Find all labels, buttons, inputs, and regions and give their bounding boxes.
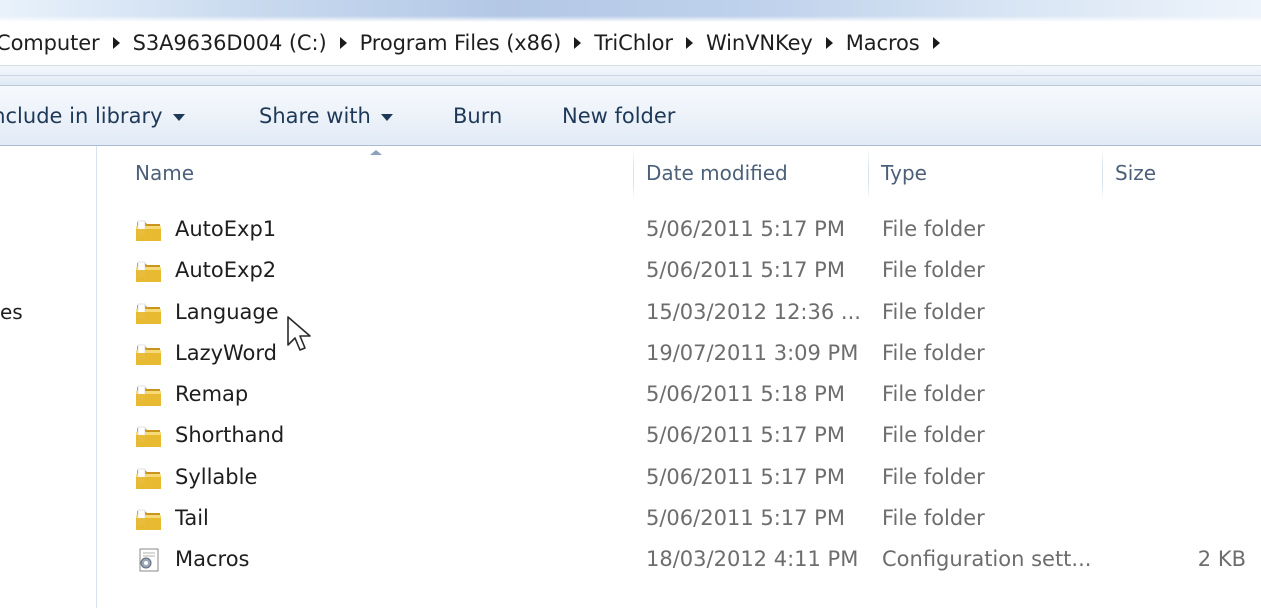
column-header-size-label: Size: [1115, 161, 1157, 185]
file-row[interactable]: AutoExp1 5/06/2011 5:17 PM File folder: [97, 209, 1261, 250]
folder-icon: [135, 424, 163, 448]
file-date-modified: 5/06/2011 5:18 PM: [646, 382, 845, 406]
breadcrumb-drive-c[interactable]: S3A9636D004 (C:): [129, 31, 331, 55]
column-header-type-label: Type: [881, 161, 927, 185]
file-type: File folder: [882, 382, 985, 406]
chevron-right-icon[interactable]: [112, 37, 120, 49]
file-list[interactable]: Name Date modified Type Size AutoExp1 5/0…: [97, 146, 1261, 608]
file-type: File folder: [882, 340, 985, 365]
sort-ascending-icon: [370, 150, 382, 155]
folder-icon: [135, 259, 163, 283]
file-row[interactable]: Shorthand 5/06/2011 5:17 PM File folder: [97, 415, 1261, 456]
file-date-modified: 5/06/2011 5:17 PM: [646, 217, 845, 241]
nav-item-label: es: [0, 300, 23, 324]
file-name: Language: [175, 299, 279, 324]
file-type: File folder: [882, 217, 985, 241]
file-row[interactable]: AutoExp2 5/06/2011 5:17 PM File folder: [97, 250, 1261, 291]
breadcrumb-winvnkey[interactable]: WinVNKey: [702, 31, 817, 55]
file-name: AutoExp2: [175, 258, 277, 283]
breadcrumb-trichlor[interactable]: TriChlor: [590, 31, 677, 55]
config-settings-icon: [135, 548, 163, 572]
file-row[interactable]: Tail 5/06/2011 5:17 PM File folder: [97, 498, 1261, 539]
file-name: LazyWord: [175, 340, 277, 365]
new-folder-label: New folder: [562, 104, 676, 128]
include-in-library-button[interactable]: Include in library: [0, 102, 185, 130]
command-bar: Include in library Share with Burn New f…: [0, 86, 1261, 146]
file-name: Macros: [175, 547, 250, 571]
address-bar-separator: [0, 66, 1261, 86]
burn-label: Burn: [453, 104, 503, 128]
folder-icon: [135, 301, 163, 325]
navigation-pane[interactable]: es: [0, 146, 97, 608]
file-name: Syllable: [175, 464, 258, 489]
file-date-modified: 18/03/2012 4:11 PM: [646, 547, 859, 571]
nav-item-partial[interactable]: es: [0, 300, 23, 324]
folder-icon: [135, 466, 163, 490]
file-type: Configuration sett...: [882, 547, 1092, 571]
file-date-modified: 5/06/2011 5:17 PM: [646, 423, 845, 448]
column-header-type[interactable]: Type: [869, 146, 1102, 200]
folder-icon: [135, 383, 163, 407]
address-bar[interactable]: Computer S3A9636D004 (C:) Program Files …: [0, 22, 1261, 66]
file-size: [1112, 292, 1246, 333]
file-date-modified: 5/06/2011 5:17 PM: [646, 258, 845, 283]
caret-down-icon: [380, 113, 393, 121]
file-name: Remap: [175, 382, 249, 406]
file-row[interactable]: LazyWord 19/07/2011 3:09 PM File folder: [97, 333, 1261, 374]
share-with-label: Share with: [259, 104, 371, 128]
chevron-right-icon[interactable]: [339, 37, 347, 49]
share-with-button[interactable]: Share with: [259, 102, 393, 130]
file-date-modified: 5/06/2011 5:17 PM: [646, 464, 845, 489]
window-title-glass: [0, 0, 1261, 22]
file-row[interactable]: Macros 18/03/2012 4:11 PM Configuration se…: [97, 539, 1261, 580]
breadcrumb-macros[interactable]: Macros: [842, 31, 924, 55]
file-type: File folder: [882, 258, 985, 283]
file-row[interactable]: Remap 5/06/2011 5:18 PM File folder: [97, 374, 1261, 415]
file-date-modified: 19/07/2011 3:09 PM: [646, 340, 859, 365]
breadcrumb-program-files-x86[interactable]: Program Files (x86): [356, 31, 566, 55]
breadcrumb: Computer S3A9636D004 (C:) Program Files …: [0, 29, 949, 57]
file-size: [1112, 415, 1246, 456]
folder-icon: [135, 342, 163, 366]
chevron-right-icon[interactable]: [825, 37, 833, 49]
file-size: [1112, 250, 1246, 291]
explorer-window: Computer S3A9636D004 (C:) Program Files …: [0, 0, 1261, 608]
breadcrumb-computer[interactable]: Computer: [0, 31, 104, 55]
burn-button[interactable]: Burn: [453, 102, 502, 130]
file-type: File folder: [882, 299, 985, 324]
column-header-name-label: Name: [135, 161, 195, 185]
include-in-library-label: Include in library: [0, 104, 163, 128]
column-header-date-modified[interactable]: Date modified: [634, 146, 868, 200]
column-header-size[interactable]: Size: [1103, 146, 1261, 200]
chevron-right-icon[interactable]: [685, 37, 693, 49]
file-type: File folder: [882, 464, 985, 489]
new-folder-button[interactable]: New folder: [562, 102, 675, 130]
file-size: [1112, 498, 1246, 539]
file-date-modified: 15/03/2012 12:36 ...: [646, 299, 861, 324]
file-size: [1112, 209, 1246, 250]
file-row[interactable]: Syllable 5/06/2011 5:17 PM File folder: [97, 457, 1261, 498]
file-size: [1112, 374, 1246, 415]
file-size: [1112, 333, 1246, 374]
file-row[interactable]: Language 15/03/2012 12:36 ... File folder: [97, 292, 1261, 333]
file-type: File folder: [882, 505, 985, 530]
chevron-right-icon[interactable]: [932, 37, 940, 49]
file-name: Tail: [175, 505, 209, 530]
file-name: Shorthand: [175, 423, 285, 448]
folder-icon: [135, 218, 163, 242]
file-size: [1112, 457, 1246, 498]
file-name: AutoExp1: [175, 217, 277, 241]
file-size: 2 KB: [1197, 547, 1246, 571]
chevron-right-icon[interactable]: [574, 37, 582, 49]
file-date-modified: 5/06/2011 5:17 PM: [646, 505, 845, 530]
caret-down-icon: [172, 113, 185, 121]
folder-icon: [135, 507, 163, 531]
column-header-date-modified-label: Date modified: [646, 161, 788, 185]
file-type: File folder: [882, 423, 985, 448]
